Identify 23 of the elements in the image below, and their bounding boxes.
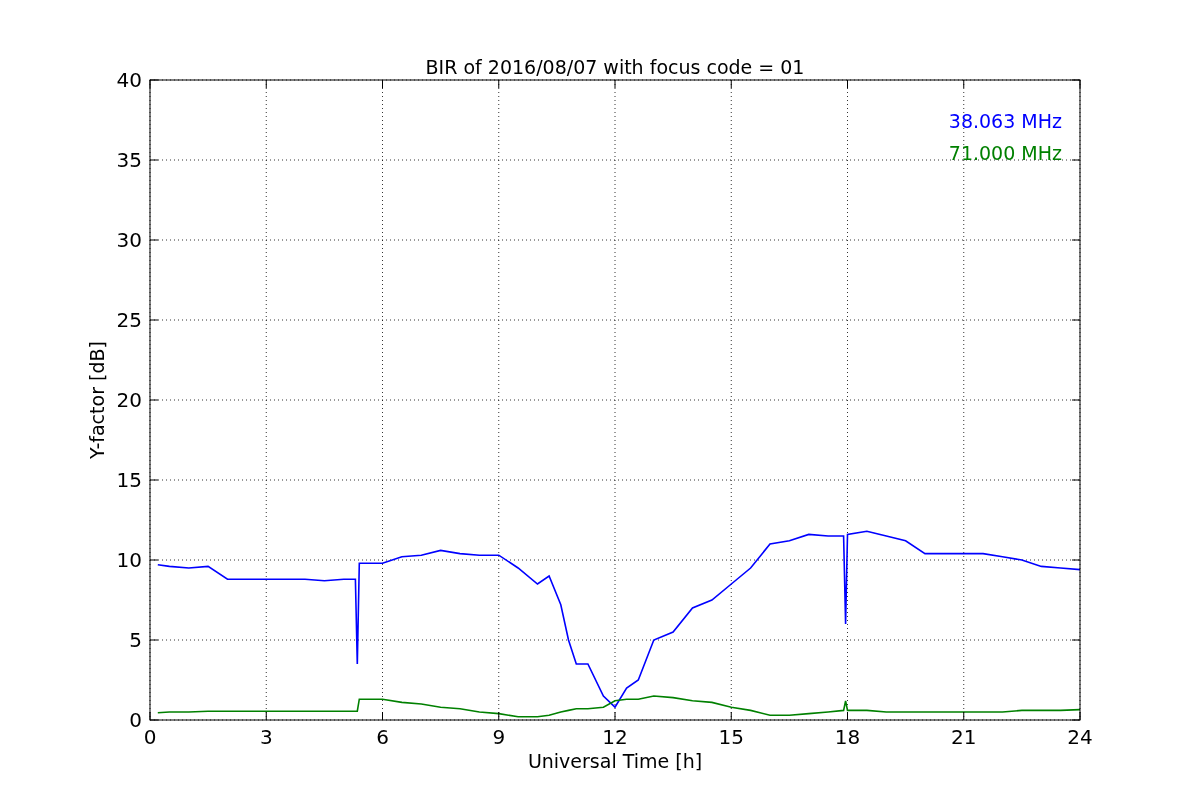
tick-label: 25 <box>116 308 142 332</box>
tick-label: 15 <box>116 468 142 492</box>
tick-label: 15 <box>718 725 744 749</box>
tick-label: 0 <box>143 725 157 749</box>
tick-label: 0 <box>129 708 142 732</box>
legend-label: 38.063 MHz <box>948 110 1062 132</box>
chart-title: BIR of 2016/08/07 with focus code = 01 <box>425 56 805 78</box>
y-axis-label: Y-factor [dB] <box>86 341 108 459</box>
tick-label: 24 <box>1067 725 1093 749</box>
legend-label: 71.000 MHz <box>948 142 1062 164</box>
tick-label: 20 <box>116 388 142 412</box>
tick-label: 35 <box>116 148 142 172</box>
tick-label: 18 <box>834 725 861 749</box>
tick-label: 10 <box>116 548 142 572</box>
tick-label: 3 <box>259 725 273 749</box>
tick-label: 6 <box>376 725 389 749</box>
x-axis-label: Universal Time [h] <box>527 750 703 772</box>
tick-label: 9 <box>492 725 506 749</box>
tick-label: 5 <box>129 628 142 652</box>
tick-label: 30 <box>116 228 142 252</box>
tick-label: 21 <box>951 725 977 749</box>
tick-label: 40 <box>116 68 142 92</box>
tick-label: 12 <box>602 725 628 749</box>
